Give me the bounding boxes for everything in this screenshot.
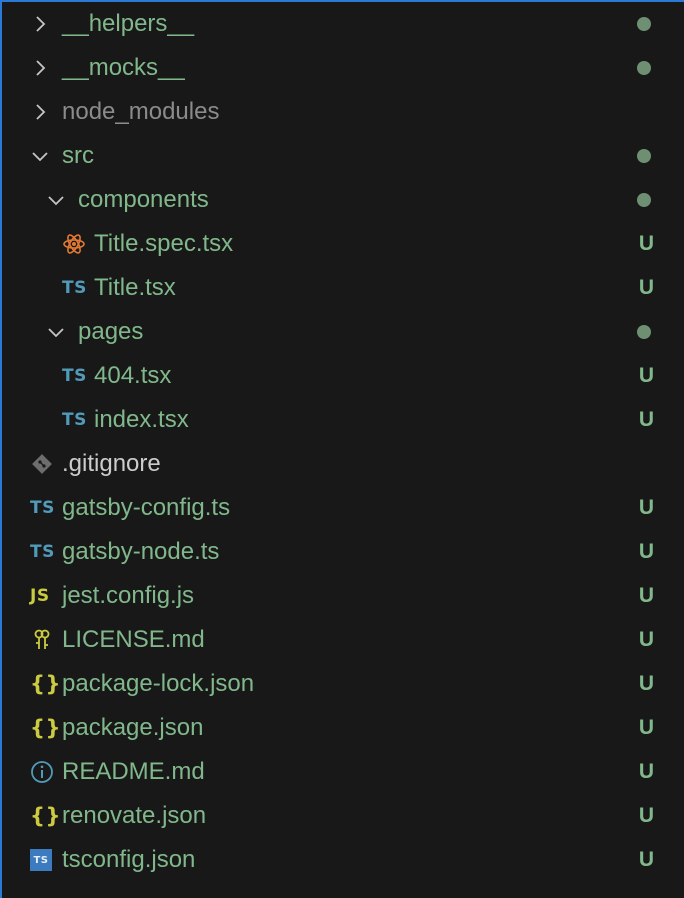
javascript-icon: JS: [30, 586, 50, 606]
file-name: gatsby-node.ts: [62, 538, 220, 565]
file-name: index.tsx: [94, 406, 189, 433]
folder-row[interactable]: __mocks__: [2, 46, 684, 90]
folder-row[interactable]: __helpers__: [2, 2, 684, 46]
file-name: .gitignore: [62, 450, 161, 477]
file-row[interactable]: TS 404.tsx U: [2, 354, 684, 398]
chevron-right-icon: [30, 2, 62, 46]
file-row[interactable]: TS Title.tsx U: [2, 266, 684, 310]
file-row[interactable]: TS gatsby-node.ts U: [2, 530, 684, 574]
git-status-badge: U: [638, 760, 654, 783]
git-status-badge: U: [638, 232, 654, 255]
file-row[interactable]: TS index.tsx U: [2, 398, 684, 442]
file-name: renovate.json: [62, 802, 207, 829]
file-row[interactable]: README.md U: [2, 750, 684, 794]
folder-name: components: [78, 186, 209, 213]
chevron-down-icon: [30, 134, 62, 178]
typescript-icon: TS: [62, 410, 87, 430]
chevron-right-icon: [30, 46, 62, 90]
git-status-badge: U: [638, 496, 654, 519]
info-icon: [30, 750, 62, 794]
chevron-down-icon: [46, 178, 78, 222]
git-status-badge: U: [638, 672, 654, 695]
react-icon: [62, 222, 94, 266]
git-status-badge: U: [638, 628, 654, 651]
git-status-badge: U: [638, 584, 654, 607]
json-icon: {}: [30, 672, 61, 696]
file-name: jest.config.js: [62, 582, 195, 609]
file-name: README.md: [62, 758, 205, 785]
file-row[interactable]: Title.spec.tsx U: [2, 222, 684, 266]
file-row[interactable]: {} renovate.json U: [2, 794, 684, 838]
folder-row[interactable]: node_modules: [2, 90, 684, 134]
modified-dot-indicator: [637, 149, 651, 163]
folder-row[interactable]: src: [2, 134, 684, 178]
folder-name: node_modules: [62, 98, 220, 125]
folder-name: __helpers__: [62, 10, 195, 37]
file-row[interactable]: TS tsconfig.json U: [2, 838, 684, 882]
typescript-icon: TS: [30, 498, 55, 518]
modified-dot-indicator: [637, 61, 651, 75]
file-name: 404.tsx: [94, 362, 172, 389]
file-name: gatsby-config.ts: [62, 494, 231, 521]
git-status-badge: U: [638, 408, 654, 431]
file-name: Title.spec.tsx: [94, 230, 234, 257]
git-status-badge: U: [638, 364, 654, 387]
file-name: Title.tsx: [94, 274, 176, 301]
file-name: package.json: [62, 714, 204, 741]
file-name: LICENSE.md: [62, 626, 205, 653]
modified-dot-indicator: [637, 17, 651, 31]
git-status-badge: U: [638, 276, 654, 299]
git-status-badge: U: [638, 804, 654, 827]
folder-row[interactable]: components: [2, 178, 684, 222]
typescript-icon: TS: [30, 542, 55, 562]
file-row[interactable]: {} package.json U: [2, 706, 684, 750]
file-row[interactable]: {} package-lock.json U: [2, 662, 684, 706]
file-row[interactable]: TS gatsby-config.ts U: [2, 486, 684, 530]
file-explorer: __helpers__ __mocks__ node_modulessrc compo…: [0, 0, 684, 898]
license-key-icon: [30, 618, 62, 662]
file-name: package-lock.json: [62, 670, 255, 697]
folder-row[interactable]: pages: [2, 310, 684, 354]
json-icon: {}: [30, 804, 61, 828]
file-name: tsconfig.json: [62, 846, 196, 873]
chevron-down-icon: [46, 310, 78, 354]
typescript-icon: TS: [62, 278, 87, 298]
json-icon: {}: [30, 716, 61, 740]
folder-name: __mocks__: [62, 54, 185, 81]
typescript-icon: TS: [62, 366, 87, 386]
folder-name: pages: [78, 318, 144, 345]
modified-dot-indicator: [637, 193, 651, 207]
git-status-badge: U: [638, 540, 654, 563]
modified-dot-indicator: [637, 325, 651, 339]
file-row[interactable]: JS jest.config.js U: [2, 574, 684, 618]
file-row[interactable]: LICENSE.md U: [2, 618, 684, 662]
git-status-badge: U: [638, 716, 654, 739]
folder-name: src: [62, 142, 94, 169]
git-icon: [30, 442, 62, 486]
tsconfig-icon: TS: [30, 838, 62, 882]
file-row[interactable]: .gitignore: [2, 442, 684, 486]
git-status-badge: U: [638, 848, 654, 871]
chevron-right-icon: [30, 90, 62, 134]
